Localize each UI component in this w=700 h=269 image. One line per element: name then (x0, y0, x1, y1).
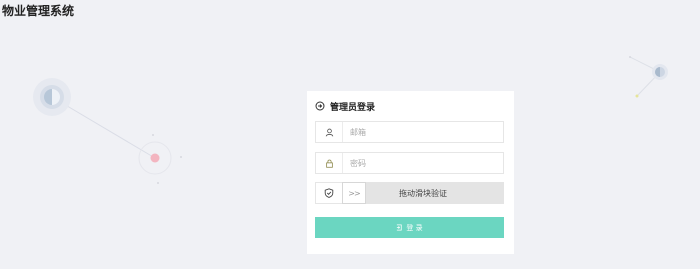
password-field-group (315, 152, 504, 174)
slider-track[interactable]: 拖动滑块验证 >> (342, 182, 504, 204)
slider-label: 拖动滑块验证 (399, 188, 447, 198)
login-button[interactable]: 登 录 (315, 217, 504, 238)
login-arrow-icon (397, 224, 403, 231)
double-chevron-right-icon: >> (348, 188, 360, 198)
login-card: 管理员登录 拖动滑块验证 >> 登 录 (307, 91, 514, 254)
email-field-group (315, 121, 504, 143)
slider-handle[interactable]: >> (342, 182, 366, 204)
slider-captcha: 拖动滑块验证 >> (315, 182, 504, 204)
lock-icon (316, 153, 343, 173)
login-card-header: 管理员登录 (315, 97, 375, 115)
shield-check-icon (315, 182, 342, 204)
user-icon (316, 122, 343, 142)
login-button-label: 登 录 (406, 223, 423, 232)
login-icon (315, 101, 325, 111)
password-field[interactable] (343, 153, 503, 173)
email-field[interactable] (343, 122, 503, 142)
login-heading: 管理员登录 (330, 102, 376, 113)
